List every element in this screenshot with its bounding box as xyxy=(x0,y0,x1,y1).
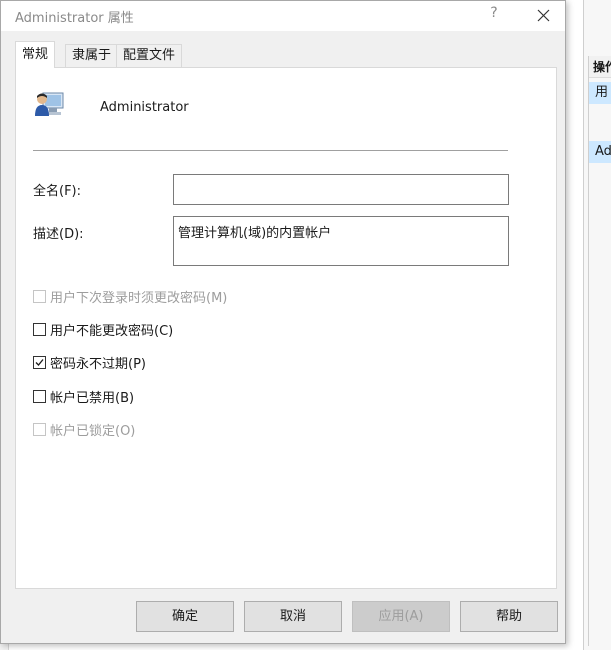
user-account-icon xyxy=(35,92,64,116)
tab-general[interactable]: 常规 xyxy=(15,41,56,68)
checkbox-password-never-expires[interactable]: 密码永不过期(P) xyxy=(33,353,146,372)
actions-pane-item-users[interactable]: 用 xyxy=(589,82,611,104)
fullname-label: 全名(F): xyxy=(33,184,82,199)
checkbox-label: 密码永不过期(P) xyxy=(50,356,146,372)
actions-pane-header: 操作 xyxy=(589,56,611,78)
description-field[interactable]: 管理计算机(域)的内置帐户 xyxy=(173,216,509,266)
checkbox-account-locked[interactable]: 帐户已锁定(O) xyxy=(33,420,136,439)
properties-dialog: Administrator 属性 ? 常规 隶属于 配置文件 Administr… xyxy=(0,0,566,644)
checkbox-cannot-change-password[interactable]: 用户不能更改密码(C) xyxy=(33,320,174,339)
close-button[interactable] xyxy=(533,5,555,27)
user-name: Administrator xyxy=(100,100,189,115)
apply-button[interactable]: 应用(A) xyxy=(352,601,450,632)
checkbox-label: 用户下次登录时须更改密码(M) xyxy=(50,290,228,306)
ok-button[interactable]: 确定 xyxy=(136,601,234,632)
checkbox-label: 帐户已禁用(B) xyxy=(50,390,135,406)
checkbox-label: 帐户已锁定(O) xyxy=(50,423,136,439)
dialog-titlebar: Administrator 属性 ? xyxy=(1,1,565,31)
checkbox-box[interactable] xyxy=(33,289,46,303)
checkbox-label: 用户不能更改密码(C) xyxy=(50,323,174,339)
description-label: 描述(D): xyxy=(33,227,84,242)
checkbox-must-change-password[interactable]: 用户下次登录时须更改密码(M) xyxy=(33,287,228,306)
checkbox-account-disabled[interactable]: 帐户已禁用(B) xyxy=(33,387,135,406)
checkbox-box[interactable] xyxy=(33,422,46,436)
dialog-title: Administrator 属性 xyxy=(15,11,134,26)
actions-pane-item-admin[interactable]: Ad xyxy=(589,141,611,163)
checkbox-box[interactable] xyxy=(33,355,46,369)
checkmark-icon xyxy=(35,358,44,366)
tab-member-of[interactable]: 隶属于 xyxy=(65,44,119,67)
checkbox-box[interactable] xyxy=(33,322,46,336)
help-dialog-button[interactable]: 帮助 xyxy=(460,601,558,632)
tab-profile[interactable]: 配置文件 xyxy=(116,44,183,67)
header-separator xyxy=(33,150,508,151)
fullname-field[interactable] xyxy=(173,174,509,205)
checkbox-box[interactable] xyxy=(33,389,46,403)
close-icon xyxy=(537,9,550,22)
help-button[interactable]: ? xyxy=(489,5,499,21)
cancel-button[interactable]: 取消 xyxy=(244,601,342,632)
